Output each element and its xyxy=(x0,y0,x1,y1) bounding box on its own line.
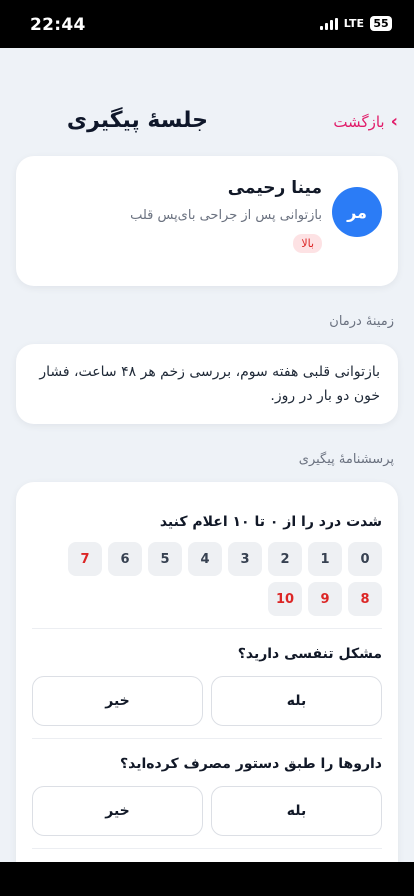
priority-badge: بالا xyxy=(293,234,322,253)
medication-answer-group: بله خیر xyxy=(32,786,382,836)
pain-option-9[interactable]: 9 xyxy=(308,582,342,616)
back-button[interactable]: › بازگشت xyxy=(333,111,398,132)
pain-option-6[interactable]: 6 xyxy=(108,542,142,576)
pain-option-8[interactable]: 8 xyxy=(348,582,382,616)
questionnaire-section-label: پرسشنامهٔ پیگیری xyxy=(298,452,394,467)
pain-option-4[interactable]: 4 xyxy=(188,542,222,576)
context-card: بازتوانی قلبی هفته سوم، بررسی زخم هر ۴۸ … xyxy=(16,344,398,424)
medication-yes-button[interactable]: بله xyxy=(211,786,382,836)
divider xyxy=(32,738,382,739)
status-indicators: LTE 55 xyxy=(319,16,392,31)
breathing-no-button[interactable]: خیر xyxy=(32,676,203,726)
pain-option-3[interactable]: 3 xyxy=(228,542,262,576)
context-text: بازتوانی قلبی هفته سوم، بررسی زخم هر ۴۸ … xyxy=(39,364,380,404)
pain-scale: 0 1 2 3 4 5 6 7 8 9 10 xyxy=(62,542,382,616)
breathing-yes-button[interactable]: بله xyxy=(211,676,382,726)
breathing-answer-group: بله خیر xyxy=(32,676,382,726)
patient-card[interactable]: مر مینا رحیمی بازتوانی پس از جراحی بای‌پ… xyxy=(16,156,398,286)
signal-icon xyxy=(319,17,338,30)
status-time: 22:44 xyxy=(30,15,86,35)
pain-option-10[interactable]: 10 xyxy=(268,582,302,616)
pain-question: شدت درد را از ۰ تا ۱۰ اعلام کنید xyxy=(159,514,382,530)
pain-option-1[interactable]: 1 xyxy=(308,542,342,576)
medication-no-button[interactable]: خیر xyxy=(32,786,203,836)
screen-content: › بازگشت جلسهٔ پیگیری مر مینا رحیمی بازت… xyxy=(0,48,414,896)
breathing-question: مشکل تنفسی دارید؟ xyxy=(237,646,382,662)
divider xyxy=(32,628,382,629)
network-type: LTE xyxy=(343,17,364,30)
pain-option-2[interactable]: 2 xyxy=(268,542,302,576)
status-bar: 22:44 LTE 55 xyxy=(0,0,414,48)
patient-name: مینا رحیمی xyxy=(227,178,322,198)
page-title: جلسهٔ پیگیری xyxy=(66,108,208,133)
pain-option-0[interactable]: 0 xyxy=(348,542,382,576)
divider xyxy=(32,848,382,849)
battery-icon: 55 xyxy=(370,16,392,31)
pain-option-7[interactable]: 7 xyxy=(68,542,102,576)
context-section-label: زمینهٔ درمان xyxy=(329,314,394,329)
avatar: مر xyxy=(332,187,382,237)
back-label: بازگشت xyxy=(333,113,385,131)
questionnaire-card: شدت درد را از ۰ تا ۱۰ اعلام کنید 0 1 2 3… xyxy=(16,482,398,896)
patient-description: بازتوانی پس از جراحی بای‌پس قلب xyxy=(130,208,322,223)
chevron-right-icon: › xyxy=(390,111,398,132)
medication-question: داروها را طبق دستور مصرف کرده‌اید؟ xyxy=(120,756,382,772)
header: › بازگشت جلسهٔ پیگیری xyxy=(16,108,398,138)
home-indicator-bar xyxy=(0,862,414,896)
pain-option-5[interactable]: 5 xyxy=(148,542,182,576)
